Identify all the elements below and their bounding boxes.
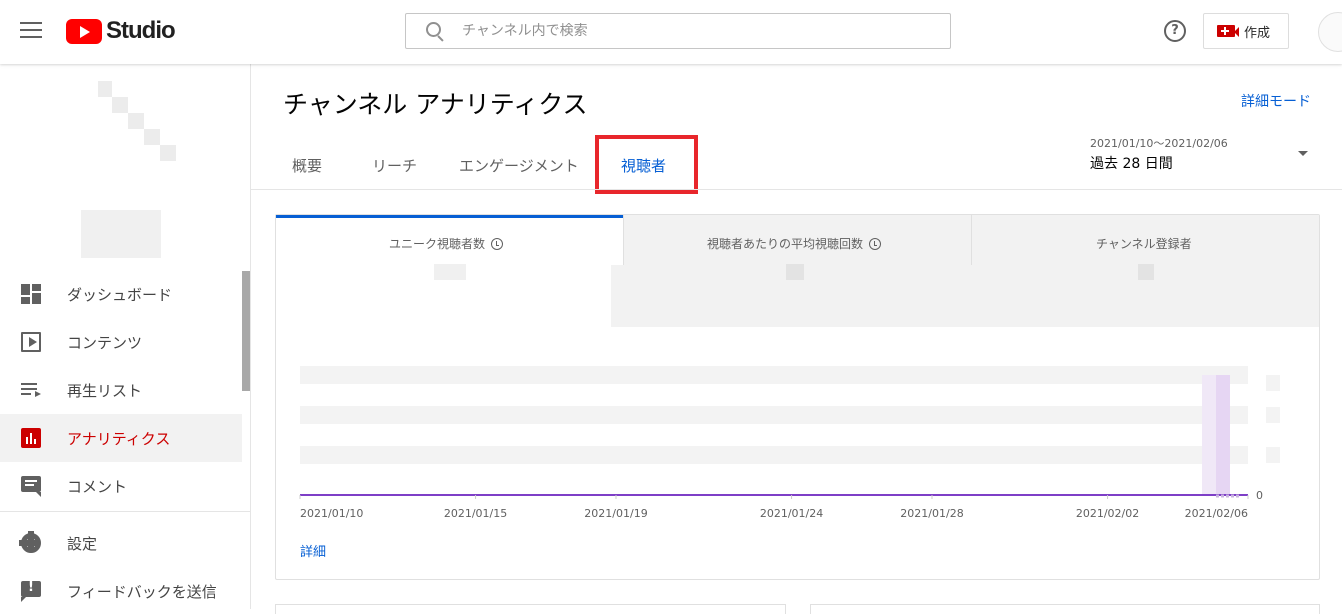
metric-subscribers[interactable]: チャンネル登録者 <box>971 215 1319 265</box>
logo-text: Studio <box>106 17 176 44</box>
sidebar-item-feedback[interactable]: フィードバックを送信 <box>0 567 242 615</box>
page-title: チャンネル アナリティクス <box>283 90 588 119</box>
youtube-logo-icon <box>66 18 102 44</box>
help-icon[interactable]: ? <box>1164 20 1186 42</box>
y-tick-redacted <box>1266 407 1280 423</box>
detail-link[interactable]: 詳細 <box>300 541 326 560</box>
top-bar: Studio ? 作成 <box>0 0 1342 64</box>
sidebar-item-label: 再生リスト <box>67 381 143 400</box>
feedback-icon <box>21 580 41 602</box>
highlight-region <box>1202 375 1218 495</box>
x-tick-label: 2021/01/28 <box>900 507 963 520</box>
sidebar-item-comments[interactable]: コメント <box>0 462 242 510</box>
sidebar-item-label: コメント <box>67 477 128 496</box>
metric-value-redacted <box>434 264 466 280</box>
metric-unique-viewers[interactable]: ユニーク視聴者数 <box>276 215 623 265</box>
tabs-divider <box>251 189 1342 190</box>
search-input[interactable] <box>462 23 922 39</box>
create-label: 作成 <box>1244 25 1271 41</box>
sidebar-item-settings[interactable]: 設定 <box>0 519 242 567</box>
sidebar-scrollbar[interactable] <box>242 271 250 391</box>
secondary-card <box>275 604 786 614</box>
chevron-down-icon[interactable] <box>1298 151 1308 156</box>
highlight-region <box>1216 375 1230 495</box>
viewers-line-chart: 0 2021/01/10 2021/01/15 2021/01/19 2021/01/2… <box>299 366 1280 520</box>
detail-mode-link[interactable]: 詳細モード <box>1241 91 1311 111</box>
clock-icon <box>491 238 504 250</box>
tab-engagement[interactable]: エンゲージメント <box>459 155 579 176</box>
content-icon <box>21 332 41 352</box>
sidebar-item-label: アナリティクス <box>67 429 171 448</box>
sidebar-item-content[interactable]: コンテンツ <box>0 318 242 366</box>
x-tick-label: 2021/01/24 <box>760 507 823 520</box>
search-icon[interactable] <box>420 13 460 49</box>
create-button[interactable]: 作成 <box>1203 13 1289 49</box>
y-tick-redacted <box>1266 375 1280 391</box>
metric-label: チャンネル登録者 <box>1096 237 1192 251</box>
tab-reach[interactable]: リーチ <box>372 155 417 176</box>
analytics-icon <box>21 428 41 448</box>
create-video-icon <box>1217 25 1235 37</box>
sidebar-item-dashboard[interactable]: ダッシュボード <box>0 270 242 318</box>
metric-value-redacted <box>786 264 804 280</box>
gear-icon <box>19 531 41 553</box>
sidebar-item-label: フィードバックを送信 <box>67 582 217 601</box>
x-tick-label: 2021/02/06 <box>1185 507 1248 520</box>
metric-avg-views-per-viewer[interactable]: 視聴者あたりの平均視聴回数 <box>623 215 971 265</box>
sidebar-item-label: ダッシュボード <box>67 285 173 304</box>
x-tick-label: 2021/01/10 <box>300 507 363 520</box>
metric-label: ユニーク視聴者数 <box>389 237 486 251</box>
date-period-label[interactable]: 過去 28 日間 <box>1090 153 1173 173</box>
account-avatar[interactable] <box>1318 12 1342 52</box>
tab-highlight-annotation <box>595 135 698 194</box>
metric-label: 視聴者あたりの平均視聴回数 <box>707 237 864 251</box>
playlist-icon <box>21 380 41 400</box>
y-tick-label: 0 <box>1256 489 1263 502</box>
sidebar-item-playlists[interactable]: 再生リスト <box>0 366 242 414</box>
date-range[interactable]: 2021/01/10〜2021/02/06 <box>1090 135 1228 151</box>
search-box[interactable] <box>405 13 951 49</box>
sidebar-item-analytics[interactable]: アナリティクス <box>0 414 242 462</box>
sidebar-item-label: 設定 <box>67 534 98 553</box>
sidebar-item-label: コンテンツ <box>67 333 143 352</box>
clock-icon <box>869 238 882 250</box>
studio-logo[interactable]: Studio <box>66 17 176 45</box>
x-tick-label: 2021/02/02 <box>1076 507 1139 520</box>
x-tick-label: 2021/01/15 <box>444 507 507 520</box>
sidebar-divider <box>0 511 250 512</box>
sidebar: ダッシュボード コンテンツ 再生リスト アナリティクス コメント 設定 フィード… <box>0 64 251 609</box>
secondary-card <box>810 604 1320 614</box>
metric-value-redacted <box>1138 264 1154 280</box>
x-tick-label: 2021/01/19 <box>584 507 647 520</box>
y-tick-redacted <box>1266 447 1280 463</box>
tab-overview[interactable]: 概要 <box>292 155 322 176</box>
menu-icon[interactable] <box>20 22 42 40</box>
comment-icon <box>21 476 41 497</box>
dashboard-icon <box>21 284 41 304</box>
